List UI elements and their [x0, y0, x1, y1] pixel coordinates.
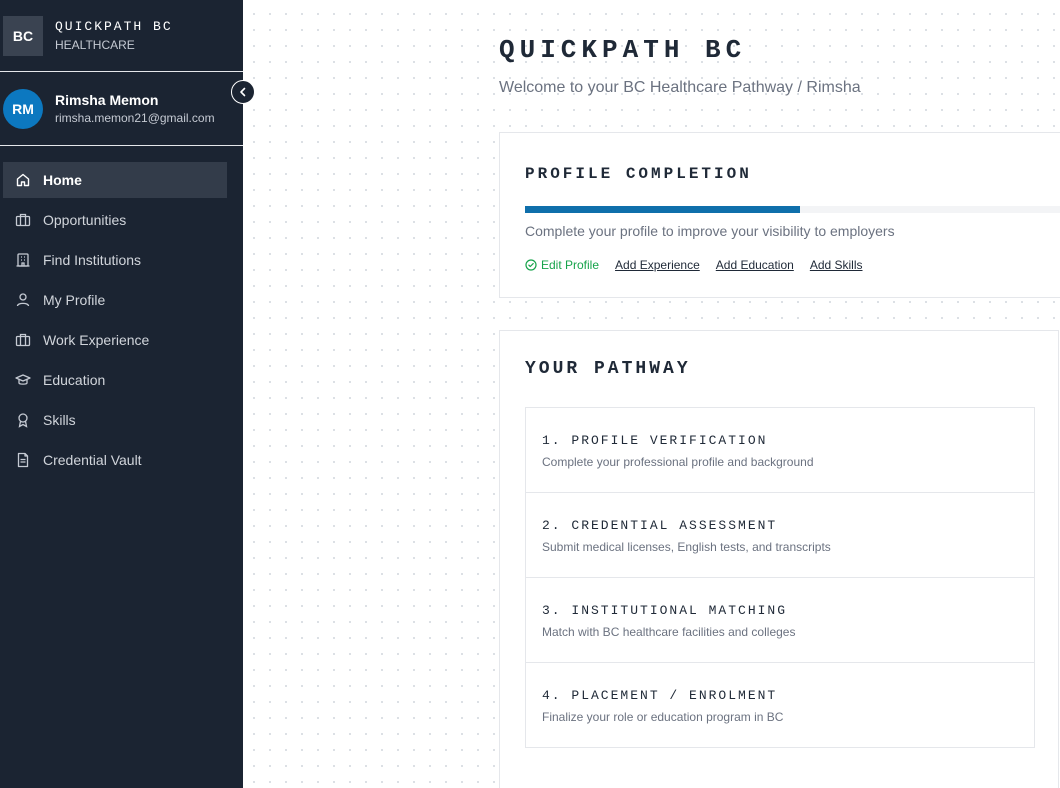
edit-profile-link[interactable]: Edit Profile — [525, 258, 599, 272]
sidebar-item-label: Find Institutions — [43, 252, 142, 268]
user-panel: RM Rimsha Memon rimsha.memon21@gmail.com — [0, 72, 243, 146]
pathway-step[interactable]: 2. CREDENTIAL ASSESSMENT Submit medical … — [525, 492, 1035, 578]
profile-completion-description: Complete your profile to improve your vi… — [525, 223, 895, 239]
pathway-card: YOUR PATHWAY 1. PROFILE VERIFICATION Com… — [499, 330, 1059, 788]
sidebar-item-skills[interactable]: Skills — [3, 402, 227, 438]
pathway-step[interactable]: 3. INSTITUTIONAL MATCHING Match with BC … — [525, 577, 1035, 663]
user-email: rimsha.memon21@gmail.com — [55, 111, 215, 125]
sidebar-item-label: Work Experience — [43, 332, 150, 348]
step-description: Finalize your role or education program … — [542, 710, 784, 724]
check-circle-icon — [525, 259, 537, 271]
sidebar-item-label: Opportunities — [43, 212, 127, 228]
brand-subtitle: HEALTHCARE — [55, 38, 135, 52]
avatar[interactable]: RM — [3, 88, 43, 129]
user-info: Rimsha Memon rimsha.memon21@gmail.com — [55, 92, 215, 125]
sidebar-nav: Home Opportunities Find Institutions My … — [0, 146, 243, 478]
brand-name: QUICKPATH BC — [55, 19, 173, 34]
graduation-cap-icon — [15, 372, 31, 388]
user-name: Rimsha Memon — [55, 92, 159, 108]
add-skills-link[interactable]: Add Skills — [810, 258, 863, 272]
briefcase-icon — [15, 332, 31, 348]
welcome-text: Welcome to your BC Healthcare Pathway / … — [499, 79, 861, 96]
add-education-link[interactable]: Add Education — [716, 258, 794, 272]
step-title: 4. PLACEMENT / ENROLMENT — [542, 688, 778, 703]
pathway-steps: 1. PROFILE VERIFICATION Complete your pr… — [525, 407, 1035, 748]
step-description: Submit medical licenses, English tests, … — [542, 540, 831, 554]
pathway-step[interactable]: 4. PLACEMENT / ENROLMENT Finalize your r… — [525, 662, 1035, 748]
add-experience-link[interactable]: Add Experience — [615, 258, 700, 272]
sidebar-collapse-button[interactable] — [231, 80, 255, 104]
sidebar-item-education[interactable]: Education — [3, 362, 227, 398]
sidebar-item-label: Skills — [43, 412, 76, 428]
sidebar-item-opportunities[interactable]: Opportunities — [3, 202, 227, 238]
award-icon — [15, 412, 31, 428]
edit-profile-label: Edit Profile — [541, 258, 600, 272]
briefcase-icon — [15, 212, 31, 228]
sidebar-item-home[interactable]: Home — [3, 162, 227, 198]
profile-completion-card: PROFILE COMPLETION Complete your profile… — [499, 132, 1060, 298]
sidebar-item-work-experience[interactable]: Work Experience — [3, 322, 227, 358]
building-icon — [15, 252, 31, 268]
user-icon — [15, 292, 31, 308]
step-title: 3. INSTITUTIONAL MATCHING — [542, 603, 788, 618]
document-icon — [15, 452, 31, 468]
sidebar-item-credential-vault[interactable]: Credential Vault — [3, 442, 227, 478]
brand-text: QUICKPATH BC HEALTHCARE — [55, 19, 173, 52]
profile-completion-title: PROFILE COMPLETION — [525, 165, 752, 183]
sidebar: BC QUICKPATH BC HEALTHCARE RM Rimsha Mem… — [0, 0, 243, 788]
sidebar-item-label: Home — [43, 172, 82, 188]
brand-header: BC QUICKPATH BC HEALTHCARE — [0, 0, 243, 72]
profile-progress-bar — [525, 206, 1060, 213]
step-description: Match with BC healthcare facilities and … — [542, 625, 796, 639]
sidebar-item-my-profile[interactable]: My Profile — [3, 282, 227, 318]
step-title: 1. PROFILE VERIFICATION — [542, 433, 768, 448]
profile-actions: Edit Profile Add Experience Add Educatio… — [525, 258, 879, 272]
chevron-left-icon — [237, 86, 249, 98]
brand-logo: BC — [3, 15, 43, 56]
sidebar-item-label: Credential Vault — [43, 452, 142, 468]
sidebar-item-find-institutions[interactable]: Find Institutions — [3, 242, 227, 278]
pathway-title: YOUR PATHWAY — [525, 359, 691, 379]
sidebar-item-label: Education — [43, 372, 106, 388]
home-icon — [15, 172, 31, 188]
sidebar-item-label: My Profile — [43, 292, 106, 308]
pathway-step[interactable]: 1. PROFILE VERIFICATION Complete your pr… — [525, 407, 1035, 493]
page-title: QUICKPATH BC — [499, 35, 747, 65]
step-title: 2. CREDENTIAL ASSESSMENT — [542, 518, 778, 533]
step-description: Complete your professional profile and b… — [542, 455, 814, 469]
profile-progress-fill — [525, 206, 801, 213]
